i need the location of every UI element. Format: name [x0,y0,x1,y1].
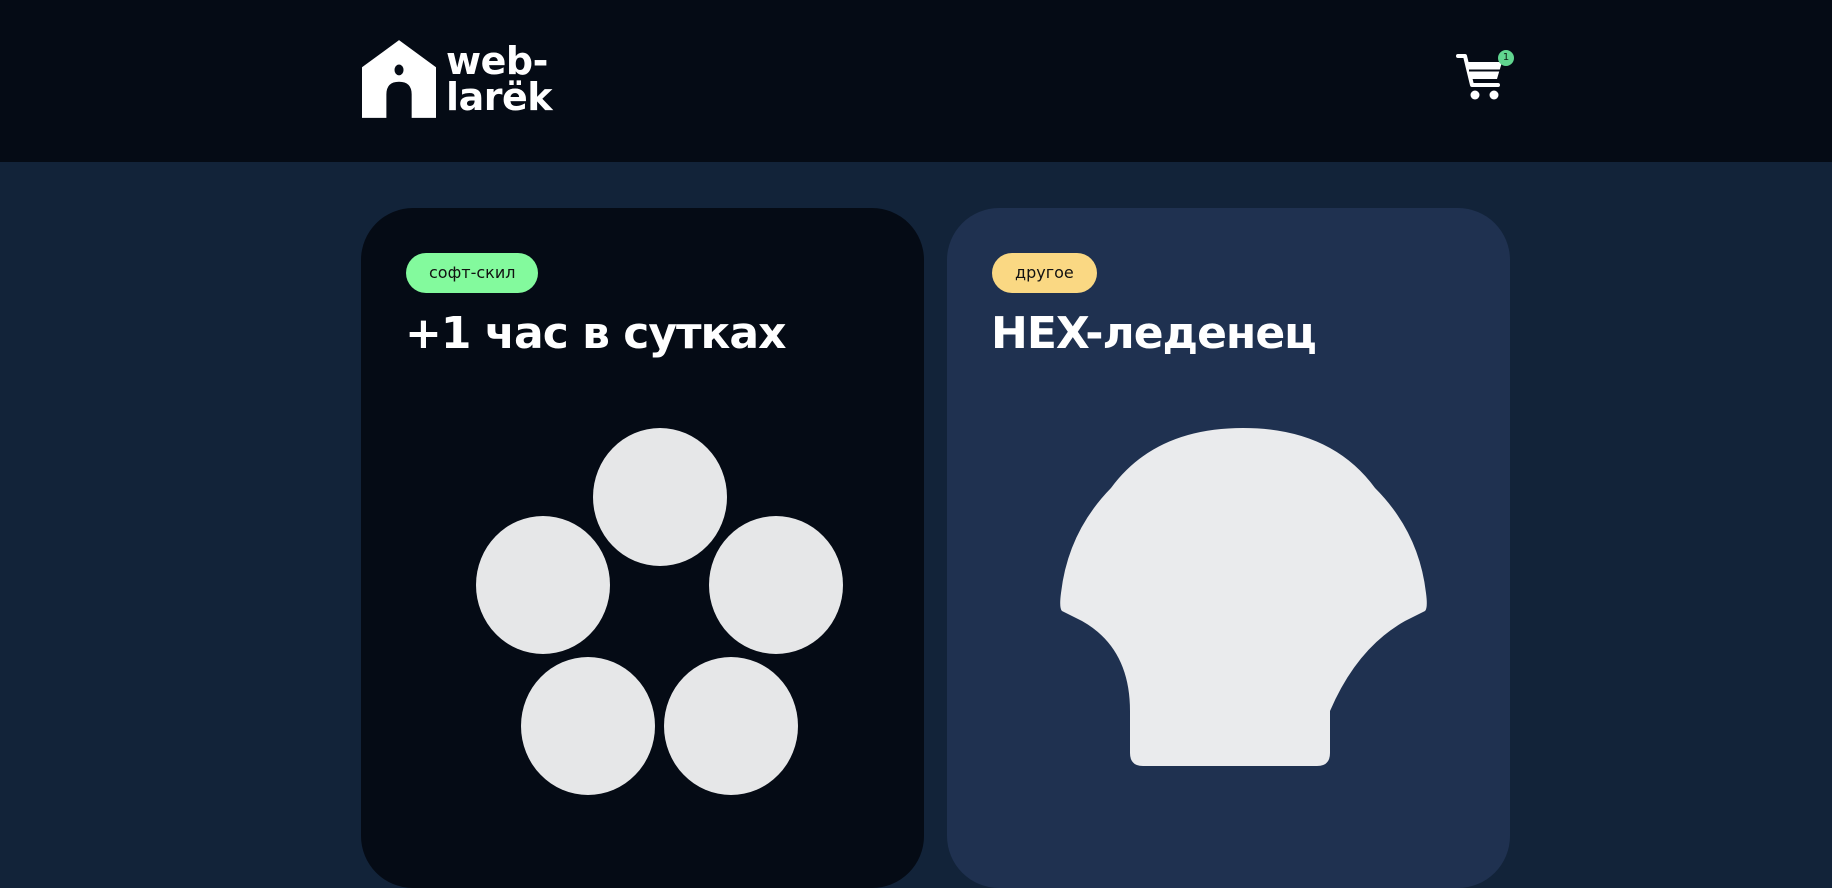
product-card[interactable]: другое HEX-леденец [947,208,1510,888]
logo-text: web- larёk [446,39,552,119]
cart-button[interactable]: 1 [1452,48,1516,106]
product-card[interactable]: софт-скил +1 час в сутках [361,208,924,888]
shell-candy-icon [1060,428,1427,766]
cart-icon [1456,54,1502,100]
cart-counter-badge: 1 [1498,50,1514,66]
logo-text-line2: larёk [446,75,552,119]
house-logo-icon [362,40,437,118]
five-circles-icon [476,428,843,795]
logo-text-line1: web- [446,39,548,83]
site-header: web- larёk 1 [0,0,1832,162]
logo-link[interactable]: web- larёk [362,36,552,122]
